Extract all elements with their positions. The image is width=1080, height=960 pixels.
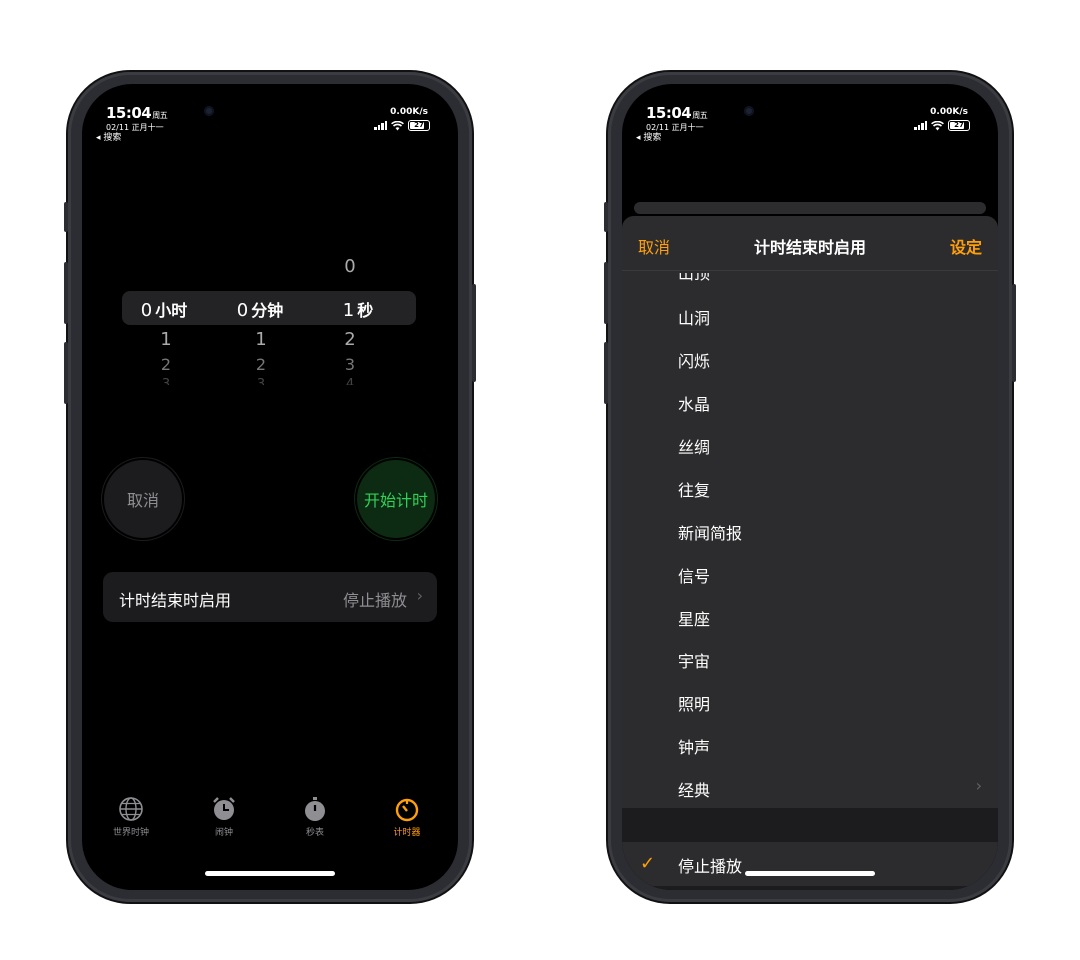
- start-timer-button[interactable]: 开始计时: [357, 460, 435, 538]
- tab-alarm[interactable]: 闹钟: [189, 796, 259, 838]
- ringtone-item-partial[interactable]: 山顶: [678, 273, 710, 283]
- hours-wheel-selected[interactable]: 0 小时: [124, 297, 204, 321]
- status-time: 15:04周五: [106, 104, 168, 122]
- minutes-below-1: 1: [255, 329, 267, 350]
- seconds-above-value: 0: [344, 256, 356, 277]
- ringtone-item[interactable]: 山洞: [678, 305, 710, 329]
- home-indicator[interactable]: [745, 871, 875, 876]
- power-button: [1012, 284, 1016, 382]
- volume-down-button: [64, 342, 68, 404]
- minutes-wheel-selected[interactable]: 0 分钟: [220, 297, 300, 321]
- tab-timer-label: 计时器: [393, 828, 421, 838]
- stop-playing-row[interactable]: ✓ 停止播放: [622, 842, 998, 886]
- ringtone-item[interactable]: 水晶: [678, 391, 710, 415]
- when-timer-ends-value: 停止播放: [342, 591, 407, 610]
- ringtone-list[interactable]: 山顶 山洞 闪烁 水晶 丝绸 往复 新闻简报 信号 星座 宇宙 照明 钟声 经典…: [622, 271, 998, 808]
- sheet-title: 计时结束时启用: [753, 238, 866, 257]
- back-to-search-link[interactable]: ◂ 搜索: [636, 130, 661, 143]
- when-timer-ends-row[interactable]: 计时结束时启用 停止播放 ›: [103, 572, 437, 622]
- tab-world-clock[interactable]: 世界时钟: [96, 796, 166, 838]
- mute-switch: [64, 202, 68, 232]
- section-gap: [622, 808, 998, 842]
- cellular-signal-icon: [914, 121, 927, 130]
- home-indicator[interactable]: [205, 871, 335, 876]
- tab-stopwatch-label: 秒表: [305, 828, 324, 838]
- wifi-icon: [931, 120, 944, 130]
- mute-switch: [604, 202, 608, 232]
- seconds-below-1: 2: [344, 329, 356, 350]
- when-timer-ends-sheet: 取消 计时结束时启用 设定 山顶 山洞 闪烁 水晶 丝绸 往复 新闻简报 信号 …: [622, 216, 998, 890]
- ringtone-item-classic[interactable]: 经典: [678, 777, 710, 801]
- ringtone-item[interactable]: 信号: [678, 563, 710, 587]
- network-speed: 0.00K/s: [390, 107, 428, 117]
- tab-stopwatch[interactable]: 秒表: [280, 796, 350, 838]
- minutes-below-3: 3: [256, 377, 266, 385]
- ringtone-item[interactable]: 宇宙: [678, 648, 710, 672]
- cellular-signal-icon: [374, 121, 387, 130]
- tab-world-clock-label: 世界时钟: [112, 828, 149, 838]
- tab-alarm-label: 闹钟: [214, 828, 233, 838]
- cancel-button[interactable]: 取消: [104, 460, 182, 538]
- network-speed: 0.00K/s: [930, 107, 968, 117]
- ringtone-item[interactable]: 往复: [678, 477, 710, 501]
- globe-icon: [119, 797, 143, 821]
- chevron-right-icon: ›: [416, 586, 423, 605]
- seconds-below-2: 3: [344, 355, 356, 374]
- stop-playing-label: 停止播放: [678, 857, 743, 876]
- seconds-wheel-selected[interactable]: 1秒: [318, 297, 398, 321]
- status-bar: 15:04周五 02/11 正月十一 ◂ 搜索 0.00K/s 27: [636, 100, 974, 143]
- status-time: 15:04周五: [646, 104, 708, 122]
- ringtone-item[interactable]: 钟声: [678, 734, 710, 758]
- hours-below-1: 1: [160, 329, 172, 350]
- power-button: [472, 284, 476, 382]
- sheet-set-button[interactable]: 设定: [950, 234, 982, 258]
- ringtone-item[interactable]: 照明: [678, 691, 710, 715]
- battery-icon: 27: [408, 120, 430, 131]
- tab-timer[interactable]: 计时器: [372, 796, 442, 838]
- ringtone-item[interactable]: 新闻简报: [678, 520, 742, 544]
- chevron-right-icon: ›: [975, 776, 982, 795]
- volume-up-button: [64, 262, 68, 324]
- ringtone-item[interactable]: 星座: [678, 606, 710, 630]
- ringtone-item[interactable]: 丝绸: [678, 434, 710, 458]
- sheet-behind: [634, 202, 986, 214]
- screen-timer: 15:04周五 02/11 正月十一 ◂ 搜索 0.00K/s 27 0 0 小时…: [82, 84, 458, 890]
- status-bar: 15:04周五 02/11 正月十一 ◂ 搜索 0.00K/s 27: [96, 100, 434, 143]
- checkmark-icon: ✓: [640, 853, 656, 874]
- sheet-header: 取消 计时结束时启用 设定: [622, 216, 998, 271]
- hours-below-3: 3: [161, 377, 171, 385]
- timer-icon: [395, 798, 419, 822]
- phone-frame-right: 15:04周五 02/11 正月十一 ◂ 搜索 0.00K/s 27 取消 计时…: [604, 72, 1016, 902]
- ringtone-item[interactable]: 闪烁: [678, 348, 710, 372]
- volume-up-button: [604, 262, 608, 324]
- when-timer-ends-label: 计时结束时启用: [119, 591, 232, 610]
- wifi-icon: [391, 120, 404, 130]
- alarm-clock-icon: [213, 797, 235, 820]
- tab-bar: 世界时钟 闹钟 秒表 计时器: [82, 796, 458, 846]
- screen-when-timer-ends: 15:04周五 02/11 正月十一 ◂ 搜索 0.00K/s 27 取消 计时…: [622, 84, 998, 890]
- seconds-below-3: 4: [345, 377, 355, 385]
- back-to-search-link[interactable]: ◂ 搜索: [96, 130, 121, 143]
- volume-down-button: [604, 342, 608, 404]
- battery-icon: 27: [948, 120, 970, 131]
- minutes-below-2: 2: [255, 355, 267, 374]
- phone-frame-left: 15:04周五 02/11 正月十一 ◂ 搜索 0.00K/s 27 0 0 小时…: [64, 72, 476, 902]
- stopwatch-icon: [305, 797, 325, 821]
- hours-below-2: 2: [160, 355, 172, 374]
